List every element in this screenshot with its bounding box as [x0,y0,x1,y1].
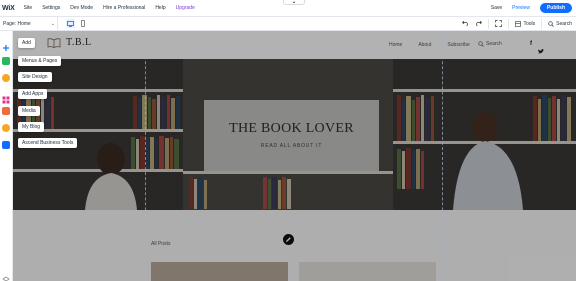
menu-settings[interactable]: Settings [37,5,65,11]
page-selector[interactable]: Page: Home ⌄ [0,17,58,30]
site-search[interactable]: Search [478,41,502,47]
nav-subscribe[interactable]: Subscribe [447,42,469,48]
wix-logo[interactable]: WiX [0,5,19,12]
add-panel-item-add-apps[interactable]: Add Apps [18,89,48,99]
nav-about[interactable]: About [418,42,431,48]
tools-icon [515,21,522,27]
grid-guide-line [145,31,146,281]
site-header[interactable]: T.B.L Home About Subscribe Search f [13,31,576,59]
toolbar-divider [541,19,543,29]
desktop-icon[interactable] [66,19,75,28]
post-thumbnail[interactable] [151,262,288,281]
tools-button[interactable]: Tools [515,21,535,27]
preview-button[interactable]: Preview [512,5,530,11]
collapse-handle[interactable]: ▴ [283,0,305,5]
pages-icon[interactable] [2,57,10,65]
media-icon[interactable] [2,107,10,115]
post-thumbnail[interactable] [299,262,436,281]
menu-upgrade[interactable]: Upgrade [171,5,200,11]
left-sidebar [0,31,13,281]
add-panel-item-menus-pages[interactable]: Menus & Pages [18,56,62,66]
editor-canvas[interactable]: T.B.L Home About Subscribe Search f THE … [13,31,576,281]
menu-site[interactable]: Site [19,5,38,11]
twitter-icon[interactable] [538,41,544,59]
grid-guide-line [442,31,443,281]
site-title: T.B.L [66,37,92,48]
editor-toolbar: Page: Home ⌄ Tools Search [0,17,576,31]
blog-icon[interactable] [2,124,10,132]
top-menu-bar: WiX Site Settings Dev Mode Hire a Profes… [0,0,576,17]
tools-label: Tools [523,21,536,27]
site-logo[interactable]: T.B.L [47,37,92,48]
hero-title-card[interactable]: THE BOOK LOVER READ ALL ABOUT IT [204,100,379,171]
book-logo-icon [47,37,61,48]
page-selector-label: Page: Home [3,20,31,27]
business-tools-icon[interactable] [2,141,10,149]
search-icon [548,21,555,27]
site-nav: Home About Subscribe [389,42,470,48]
toolbar-divider [508,19,510,29]
layers-icon[interactable] [2,271,10,281]
zoom-fit-icon[interactable] [495,19,503,29]
add-panel-item-add[interactable]: Add [18,38,35,48]
toolbar-divider [488,19,490,29]
add-panel-item-my-blog[interactable]: My Blog [18,122,45,132]
device-switcher [66,19,87,28]
redo-icon[interactable] [475,20,483,28]
wix-editor: WiX Site Settings Dev Mode Hire a Profes… [0,0,576,281]
save-button[interactable]: Save [491,5,502,11]
menu-dev-mode[interactable]: Dev Mode [65,5,98,11]
site-design-icon[interactable] [2,74,10,82]
pen-icon [286,237,291,242]
nav-home[interactable]: Home [389,42,402,48]
hero-title: THE BOOK LOVER [229,121,354,136]
hero-subtitle: READ ALL ABOUT IT [260,143,323,149]
add-panel-item-ascend-business-tools[interactable]: Ascend Business Tools [18,138,78,148]
add-panel-item-media[interactable]: Media [18,106,40,116]
add-panel-item-site-design[interactable]: Site Design [18,72,52,82]
all-posts-label[interactable]: All Posts [151,241,170,247]
search-label: Search [556,21,572,27]
facebook-icon[interactable]: f [530,41,532,59]
mobile-icon[interactable] [78,19,87,28]
site-search-label: Search [486,41,502,47]
edit-pen-button[interactable] [283,234,294,245]
search-icon [478,41,484,47]
social-bar: f [530,41,544,59]
search-button[interactable]: Search [548,21,572,27]
add-apps-icon[interactable] [2,91,10,104]
chevron-down-icon: ⌄ [50,20,55,27]
menu-help[interactable]: Help [150,5,170,11]
menu-hire-professional[interactable]: Hire a Professional [98,5,150,11]
posts-section[interactable]: All Posts [13,210,576,281]
add-elements-icon[interactable] [2,39,10,51]
hero-section[interactable]: THE BOOK LOVER READ ALL ABOUT IT [13,59,576,210]
chevron-up-icon: ▴ [292,0,295,4]
undo-icon[interactable] [462,20,469,28]
publish-button[interactable]: Publish [539,3,572,13]
